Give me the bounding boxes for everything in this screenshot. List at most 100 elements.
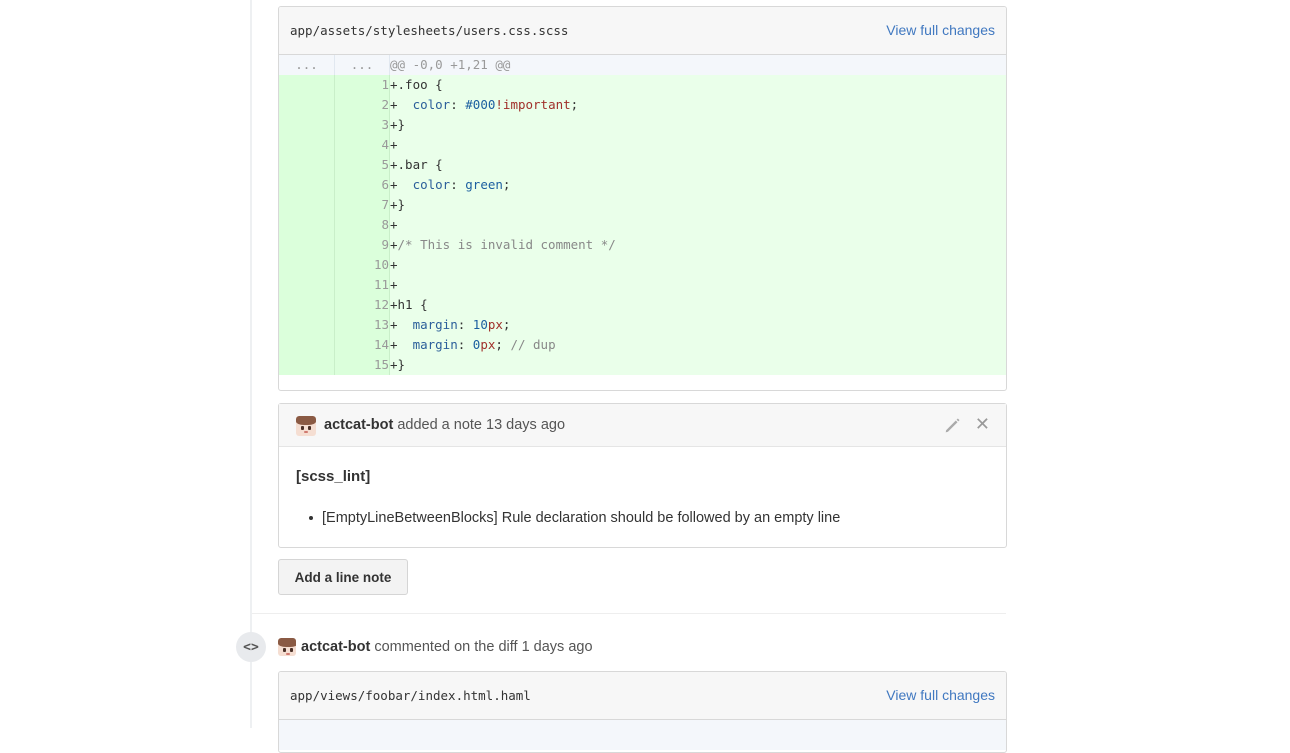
new-line-number[interactable]: 6 <box>334 175 390 195</box>
old-line-number[interactable] <box>279 135 335 155</box>
diff-line: 7 +} <box>279 195 1006 215</box>
new-line-number[interactable]: 11 <box>334 275 390 295</box>
code-token: + <box>390 217 398 232</box>
old-line-number[interactable] <box>279 235 335 255</box>
new-line-number[interactable]: 5 <box>334 155 390 175</box>
new-line-number[interactable]: 13 <box>334 315 390 335</box>
diff-table: ... ... @@ -0,0 +1,21 @@ 1 +.foo {2 + colo… <box>279 55 1006 375</box>
old-line-number[interactable] <box>279 275 335 295</box>
old-line-number[interactable] <box>279 175 335 195</box>
code-line: + color: green; <box>389 175 1006 195</box>
code-token: ; <box>570 97 579 112</box>
old-line-number[interactable] <box>279 355 335 375</box>
new-line-number[interactable]: 1 <box>334 75 390 95</box>
code-token: + <box>390 337 413 352</box>
new-line-number[interactable]: 12 <box>334 295 390 315</box>
code-token: margin <box>412 337 458 352</box>
code-token: ; <box>502 317 511 332</box>
old-line-number[interactable] <box>279 195 335 215</box>
old-line-number[interactable] <box>279 335 335 355</box>
file-path: app/assets/stylesheets/users.css.scss <box>290 23 569 38</box>
note-action: added a note 13 days ago <box>393 417 566 433</box>
old-line-number[interactable] <box>279 315 335 335</box>
code-token: + <box>390 137 398 152</box>
comment-meta: actcat-bot commented on the diff 1 days … <box>301 639 593 655</box>
diff-line: 1 +.foo { <box>279 75 1006 95</box>
comment-author[interactable]: actcat-bot <box>301 639 370 655</box>
code-line: + margin: 0px; // dup <box>389 335 1006 355</box>
code-line: + <box>389 255 1006 275</box>
line-note: actcat-bot added a note 13 days ago ✕ [s… <box>278 403 1007 548</box>
code-token: + <box>390 237 398 252</box>
view-full-changes-link[interactable]: View full changes <box>886 687 995 703</box>
code-token: px <box>487 317 503 332</box>
hunk-old-num: ... <box>279 55 335 75</box>
note-meta: actcat-bot added a note 13 days ago <box>324 417 565 433</box>
code-token: green <box>465 177 503 192</box>
new-line-number[interactable]: 8 <box>334 215 390 235</box>
code-token: + <box>390 257 398 272</box>
code-line: +} <box>389 355 1006 375</box>
code-token: color <box>412 177 451 192</box>
code-token: #000 <box>465 97 496 112</box>
separator <box>252 613 1006 614</box>
new-line-number[interactable]: 15 <box>334 355 390 375</box>
diff-line: 5 +.bar { <box>279 155 1006 175</box>
code-line: +.foo { <box>389 75 1006 95</box>
code-line: + <box>389 215 1006 235</box>
view-full-changes-link[interactable]: View full changes <box>886 22 995 38</box>
code-line: +} <box>389 115 1006 135</box>
note-author[interactable]: actcat-bot <box>324 417 393 433</box>
old-line-number[interactable] <box>279 295 335 315</box>
pencil-icon[interactable] <box>944 416 962 434</box>
code-token: : <box>457 337 473 352</box>
code-token: /* This is invalid comment */ <box>397 237 616 252</box>
new-line-number[interactable]: 4 <box>334 135 390 155</box>
old-line-number[interactable] <box>279 155 335 175</box>
code-token: + <box>390 277 398 292</box>
code-token: ; <box>502 177 511 192</box>
file-path: app/views/foobar/index.html.haml <box>290 688 531 703</box>
diff-line: 12 +h1 { <box>279 295 1006 315</box>
timeline-line <box>250 0 252 728</box>
new-line-number[interactable]: 3 <box>334 115 390 135</box>
code-token: : <box>450 97 466 112</box>
code-token: +.foo { <box>390 77 443 92</box>
old-line-number[interactable] <box>279 115 335 135</box>
new-line-number[interactable]: 10 <box>334 255 390 275</box>
code-token: +} <box>390 197 406 212</box>
diff-line: 11 + <box>279 275 1006 295</box>
close-icon[interactable]: ✕ <box>975 414 990 434</box>
hunk-new-num: ... <box>334 55 390 75</box>
diff-line: 15 +} <box>279 355 1006 375</box>
old-line-number[interactable] <box>279 255 335 275</box>
new-line-number[interactable]: 2 <box>334 95 390 115</box>
new-line-number[interactable]: 7 <box>334 195 390 215</box>
code-token: px <box>480 337 496 352</box>
code-line: + <box>389 275 1006 295</box>
code-token: + <box>390 177 413 192</box>
add-line-note-button[interactable]: Add a line note <box>278 559 408 595</box>
code-token: 10 <box>472 317 488 332</box>
old-line-number[interactable] <box>279 75 335 95</box>
new-line-number[interactable]: 9 <box>334 235 390 255</box>
new-line-number[interactable]: 14 <box>334 335 390 355</box>
diff-line: 3 +} <box>279 115 1006 135</box>
code-token: ; <box>495 337 511 352</box>
avatar <box>296 416 316 436</box>
note-header: actcat-bot added a note 13 days ago ✕ <box>279 404 1006 447</box>
code-token: margin <box>412 317 458 332</box>
diff-line: 9 +/* This is invalid comment */ <box>279 235 1006 255</box>
file-header: app/assets/stylesheets/users.css.scss Vi… <box>279 7 1006 55</box>
code-line: + <box>389 135 1006 155</box>
file-diff-index-haml: app/views/foobar/index.html.haml View fu… <box>278 671 1007 753</box>
old-line-number[interactable] <box>279 215 335 235</box>
code-line: +/* This is invalid comment */ <box>389 235 1006 255</box>
old-line-number[interactable] <box>279 95 335 115</box>
hunk-text: @@ -0,0 +1,21 @@ <box>389 55 1006 75</box>
code-line: +h1 { <box>389 295 1006 315</box>
diff-line: 6 + color: green; <box>279 175 1006 195</box>
code-token: + <box>390 97 413 112</box>
code-line: + margin: 10px; <box>389 315 1006 335</box>
avatar <box>278 638 296 656</box>
